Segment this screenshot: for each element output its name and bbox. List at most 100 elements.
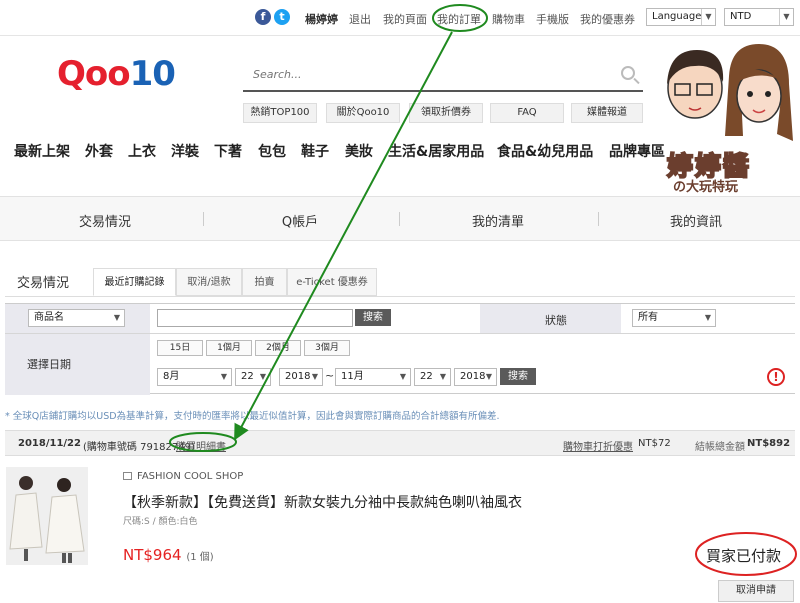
- product-options: 尺碼:S / 顏色:白色: [123, 517, 198, 527]
- range-15d-button[interactable]: 15日: [157, 340, 203, 356]
- shop-home-icon: [123, 472, 132, 480]
- order-filter: 商品名 ▼ 搜索 狀態 所有 ▼ 選擇日期 15日 1個月 2個月 3個月 8月…: [5, 303, 795, 395]
- from-month-select[interactable]: 8月 ▼: [157, 368, 232, 386]
- to-month-select[interactable]: 11月 ▼: [335, 368, 411, 386]
- quick-link-faq[interactable]: FAQ: [490, 103, 564, 123]
- quick-link-about[interactable]: 關於Qoo10: [326, 103, 400, 123]
- tab-transactions[interactable]: 交易情況: [5, 211, 205, 230]
- top-bar: f t 楊婷婷 退出 我的頁面 我的訂單 購物車 手機版 我的優惠券 Langu…: [0, 0, 800, 36]
- keyword-input[interactable]: [157, 309, 353, 327]
- my-coupons-link[interactable]: 我的優惠券: [580, 11, 635, 27]
- cart-discount-value: NT$72: [638, 438, 671, 449]
- chevron-down-icon: ▼: [701, 9, 715, 25]
- subtab-cancel-refund[interactable]: 取消/退款: [176, 268, 242, 296]
- my-page-link[interactable]: 我的頁面: [383, 11, 427, 27]
- category-beauty[interactable]: 美妝: [345, 141, 373, 161]
- category-outerwear[interactable]: 外套: [85, 141, 113, 161]
- to-year-select[interactable]: 2018 ▼: [454, 368, 497, 386]
- qoo10-logo[interactable]: Qoo10: [57, 54, 176, 94]
- user-name[interactable]: 楊婷婷: [305, 11, 338, 27]
- tab-q-account[interactable]: Q帳戶: [200, 211, 400, 230]
- product-image[interactable]: [6, 467, 88, 565]
- chevron-down-icon: ▼: [259, 372, 267, 381]
- cancel-request-button[interactable]: 取消申請: [718, 580, 794, 602]
- logo-part-1: Qoo: [57, 54, 131, 94]
- range-1m-button[interactable]: 1個月: [206, 340, 252, 356]
- to-month-value: 11月: [341, 371, 364, 382]
- order-status: 買家已付款: [706, 547, 782, 565]
- blog-badge-subtitle: の大玩特玩: [673, 180, 739, 195]
- quick-link-top100[interactable]: 熱銷TOP100: [243, 103, 317, 123]
- to-day-select[interactable]: 22 ▼: [414, 368, 451, 386]
- range-3m-button[interactable]: 3個月: [304, 340, 350, 356]
- search-input[interactable]: [253, 68, 593, 81]
- cart-link[interactable]: 購物車: [492, 11, 525, 27]
- chevron-down-icon: ▼: [311, 372, 319, 381]
- chevron-down-icon: ▼: [113, 313, 121, 322]
- status-select[interactable]: 所有 ▼: [632, 309, 716, 327]
- from-day-select[interactable]: 22 ▼: [235, 368, 271, 386]
- section-title: 交易情況: [17, 276, 70, 291]
- subtab-recent-orders[interactable]: 最近訂購記錄: [93, 268, 176, 296]
- order-header: 2018/11/22 (購物車號碼 79182749) 購買明細書 購物車打折優…: [5, 430, 795, 456]
- filter-row-divider: [5, 333, 795, 334]
- twitter-icon[interactable]: t: [274, 9, 290, 25]
- category-tops[interactable]: 上衣: [128, 141, 156, 161]
- chevron-down-icon: ▼: [704, 313, 712, 322]
- date-range-dash: ~: [325, 369, 335, 382]
- mobile-link[interactable]: 手機版: [536, 11, 569, 27]
- tab-my-info[interactable]: 我的資訊: [596, 211, 796, 230]
- chevron-down-icon: ▼: [220, 372, 228, 381]
- language-select[interactable]: Language ▼: [646, 8, 716, 26]
- search-icon[interactable]: [621, 66, 635, 80]
- category-home[interactable]: 生活&居家用品: [388, 141, 484, 161]
- from-day-value: 22: [241, 371, 254, 382]
- field-select[interactable]: 商品名 ▼: [28, 309, 125, 327]
- category-food[interactable]: 食品&幼兒用品: [497, 141, 593, 161]
- warning-icon[interactable]: !: [767, 368, 785, 386]
- currency-select[interactable]: NTD ▼: [724, 8, 794, 26]
- subtab-eticket[interactable]: e-Ticket 優惠券: [287, 268, 377, 296]
- cart-discount-link[interactable]: 購物車打折優惠: [563, 438, 633, 453]
- date-search-button[interactable]: 搜索: [500, 368, 536, 385]
- shop-name[interactable]: FASHION COOL SHOP: [123, 471, 243, 482]
- currency-value: NTD: [730, 11, 752, 22]
- product-title[interactable]: 【秋季新款】【免費送貨】新款女裝九分袖中長款純色喇叭袖風衣: [123, 492, 522, 512]
- quick-link-media[interactable]: 媒體報道: [571, 103, 643, 123]
- status-label: 狀態: [545, 314, 567, 327]
- category-bags[interactable]: 包包: [258, 141, 286, 161]
- quick-link-coupon[interactable]: 領取折價券: [409, 103, 483, 123]
- price-value: NT$964: [123, 546, 182, 564]
- my-orders-link[interactable]: 我的訂單: [437, 11, 481, 27]
- category-new[interactable]: 最新上架: [14, 141, 70, 161]
- subtab-baseline: [5, 296, 795, 297]
- date-label: 選擇日期: [27, 358, 71, 371]
- blog-badge: 婷婷醬 の大玩特玩: [655, 36, 800, 196]
- subtab-auction[interactable]: 拍賣: [242, 268, 287, 296]
- quantity: (1 個): [186, 552, 214, 563]
- order-date: 2018/11/22: [18, 438, 81, 449]
- from-year-select[interactable]: 2018 ▼: [279, 368, 323, 386]
- chevron-down-icon: ▼: [399, 372, 407, 381]
- account-tabs: 交易情況 Q帳戶 我的清單 我的資訊: [0, 196, 800, 241]
- range-2m-button[interactable]: 2個月: [255, 340, 301, 356]
- chevron-down-icon: ▼: [779, 9, 793, 25]
- currency-note: * 全球Q店鋪訂購均以USD為基準計算，支付時的匯率將以最近似值計算，因此會與實…: [5, 411, 500, 422]
- order-detail-link[interactable]: 購買明細書: [176, 438, 226, 453]
- field-select-value: 商品名: [34, 312, 64, 323]
- facebook-icon[interactable]: f: [255, 9, 271, 25]
- chevron-down-icon: ▼: [439, 372, 447, 381]
- category-bottoms[interactable]: 下著: [214, 141, 242, 161]
- shop-name-text: FASHION COOL SHOP: [137, 471, 244, 482]
- total-value: NT$892: [747, 438, 791, 449]
- logout-link[interactable]: 退出: [349, 11, 371, 27]
- tab-my-list[interactable]: 我的清單: [398, 211, 598, 230]
- product-price: NT$964 (1 個): [123, 546, 214, 564]
- status-select-value: 所有: [638, 312, 658, 323]
- category-shoes[interactable]: 鞋子: [301, 141, 329, 161]
- page: f t 楊婷婷 退出 我的頁面 我的訂單 購物車 手機版 我的優惠券 Langu…: [0, 0, 800, 603]
- category-dresses[interactable]: 洋裝: [171, 141, 199, 161]
- chevron-down-icon: ▼: [485, 372, 493, 381]
- keyword-search-button[interactable]: 搜索: [355, 309, 391, 326]
- product-photo-icon: [6, 467, 88, 565]
